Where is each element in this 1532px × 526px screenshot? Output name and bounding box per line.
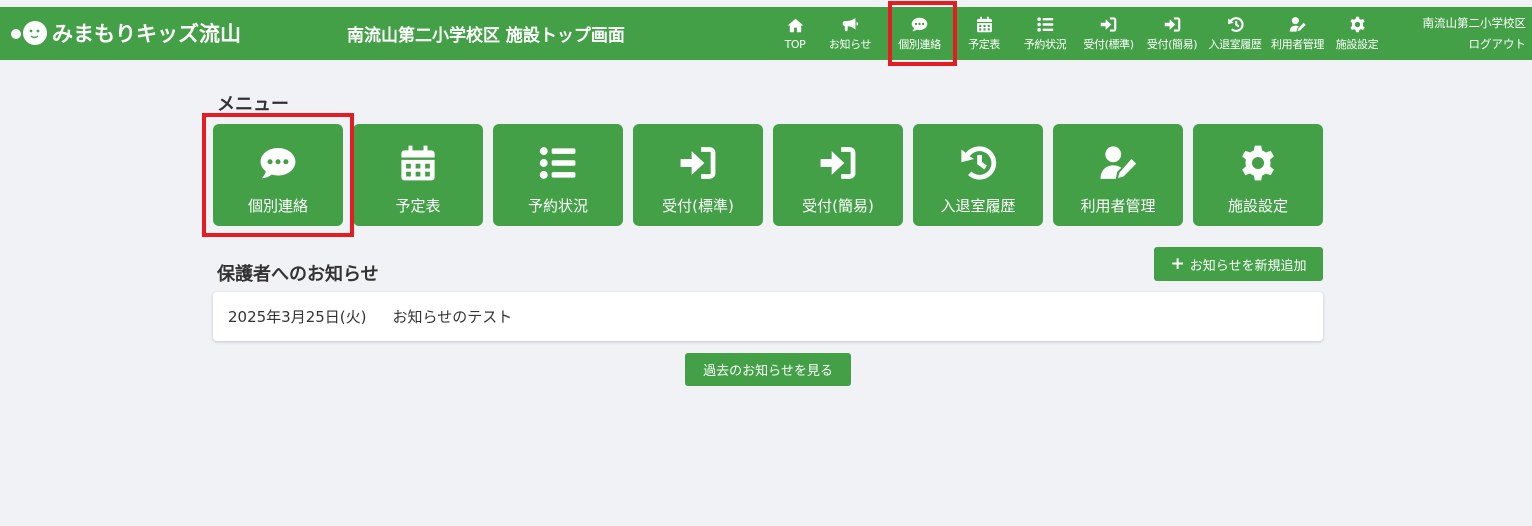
menu-tile-label: 入退室履歴 <box>940 197 1016 215</box>
nav-entry-exit-history[interactable]: 入退室履歴 <box>1204 7 1266 60</box>
menu-tile-reservation-status[interactable]: 予約状況 <box>493 124 623 226</box>
menu-tile-schedule[interactable]: 予定表 <box>353 124 483 226</box>
notice-list-item[interactable]: 2025年3月25日(火) お知らせのテスト <box>213 292 1323 341</box>
calendar-icon <box>975 15 993 33</box>
nav-label: 受付(簡易) <box>1146 38 1198 51</box>
top-bar: みまもりキッズ流山 南流山第二小学校区 施設トップ画面 TOP お知らせ 個別連… <box>0 7 1532 60</box>
nav-top[interactable]: TOP <box>774 7 816 60</box>
list-icon <box>539 143 577 183</box>
gear-icon <box>1348 15 1366 33</box>
nav-reception-standard[interactable]: 受付(標準) <box>1077 7 1140 60</box>
nav-label: 受付(標準) <box>1083 38 1134 51</box>
user-edit-icon <box>1289 15 1307 33</box>
calendar-icon <box>399 143 437 183</box>
sign-in-icon <box>819 143 857 183</box>
nav-label: 予定表 <box>968 38 1000 51</box>
menu-tile-reception-standard[interactable]: 受付(標準) <box>633 124 763 226</box>
facility-name: 南流山第二小学校区 <box>1422 16 1527 30</box>
megaphone-icon <box>841 15 859 33</box>
add-notice-button[interactable]: + お知らせを新規追加 <box>1154 247 1323 281</box>
user-edit-icon <box>1099 143 1137 183</box>
nav-label: お知らせ <box>828 38 872 51</box>
app-logo[interactable]: みまもりキッズ流山 <box>10 17 241 49</box>
nav-notices[interactable]: お知らせ <box>816 7 884 60</box>
menu-tile-label: 利用者管理 <box>1080 197 1156 215</box>
highlight-box-nav <box>888 1 957 66</box>
menu-tile-facility-settings[interactable]: 施設設定 <box>1193 124 1323 226</box>
menu-tile-reception-simple[interactable]: 受付(簡易) <box>773 124 903 226</box>
nav-reception-simple[interactable]: 受付(簡易) <box>1140 7 1204 60</box>
plus-icon: + <box>1170 253 1185 274</box>
add-notice-label: お知らせを新規追加 <box>1189 258 1307 274</box>
gear-icon <box>1239 143 1277 183</box>
page-heading: 南流山第二小学校区 施設トップ画面 <box>347 26 625 46</box>
menu-tile-entry-exit-history[interactable]: 入退室履歴 <box>913 124 1043 226</box>
menu-tile-user-management[interactable]: 利用者管理 <box>1053 124 1183 226</box>
top-nav: TOP お知らせ 個別連絡 予定表 予約状況 受付(標準) 受付(簡易) 入退室… <box>774 7 1385 60</box>
menu-tile-label: 予約状況 <box>527 197 588 215</box>
past-notices-button[interactable]: 過去のお知らせを見る <box>685 353 851 386</box>
nav-label: 入退室履歴 <box>1208 38 1262 51</box>
highlight-box-tile <box>202 113 354 237</box>
sign-in-icon <box>1163 15 1181 33</box>
nav-reservation-status[interactable]: 予約状況 <box>1013 7 1077 60</box>
nav-label: 施設設定 <box>1335 38 1379 51</box>
logout-link[interactable]: ログアウト <box>1423 34 1527 55</box>
notice-date: 2025年3月25日(火) <box>228 308 367 326</box>
nav-label: 利用者管理 <box>1271 38 1324 51</box>
user-area: 南流山第二小学校区 ログアウト <box>1423 13 1527 55</box>
logo-text: みまもりキッズ流山 <box>52 22 241 46</box>
menu-tile-label: 受付(簡易) <box>802 197 874 215</box>
history-icon <box>959 143 997 183</box>
menu-tile-label: 受付(標準) <box>662 197 734 215</box>
nav-label: TOP <box>784 37 806 51</box>
home-icon <box>786 17 804 35</box>
sign-in-icon <box>1100 15 1118 33</box>
menu-tile-label: 予定表 <box>395 197 441 215</box>
nav-label: 予約状況 <box>1023 38 1067 51</box>
nav-schedule[interactable]: 予定表 <box>955 7 1013 60</box>
notices-title: 保護者へのお知らせ <box>217 264 379 285</box>
history-icon <box>1226 15 1244 33</box>
nav-facility-settings[interactable]: 施設設定 <box>1329 7 1385 60</box>
notice-text: お知らせのテスト <box>392 308 513 326</box>
nav-user-management[interactable]: 利用者管理 <box>1266 7 1329 60</box>
sign-in-icon <box>679 143 717 183</box>
menu-tile-label: 施設設定 <box>1227 197 1288 215</box>
logo-mark-icon <box>10 19 50 47</box>
list-icon <box>1036 15 1054 33</box>
